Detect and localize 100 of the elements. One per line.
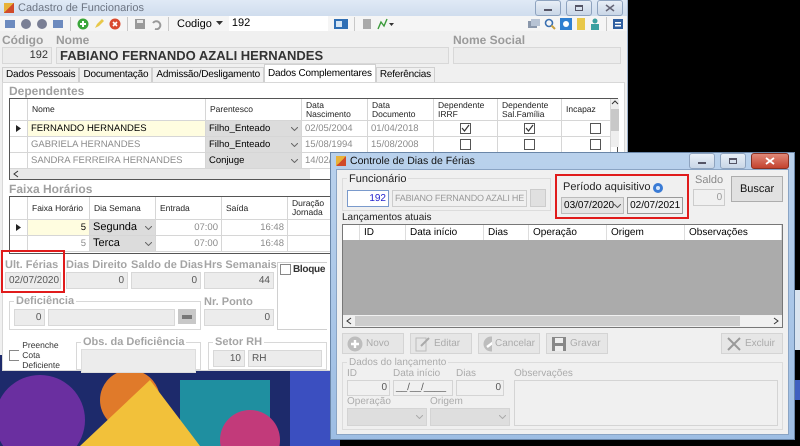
column-header[interactable]: Dependente Sal.Família — [498, 99, 562, 120]
column-header[interactable]: Operação — [529, 225, 607, 240]
search-icon[interactable] — [544, 18, 556, 30]
caret-icon — [216, 21, 223, 26]
last-record-icon[interactable] — [52, 18, 64, 30]
section-title: Lançamentos atuais — [342, 212, 433, 224]
help-icon[interactable] — [653, 182, 664, 192]
checkbox[interactable] — [590, 123, 601, 134]
employee-code-field[interactable]: 192 — [347, 190, 389, 206]
field-label: Nr. Ponto — [204, 295, 254, 309]
column-header[interactable]: Data início — [406, 225, 484, 240]
delete-icon[interactable] — [109, 18, 121, 30]
scrollbar[interactable] — [10, 169, 310, 179]
chart-icon[interactable] — [376, 18, 395, 30]
days-right-field[interactable]: 0 — [66, 272, 128, 289]
column-header[interactable]: Entrada — [156, 197, 222, 219]
relation-dropdown[interactable]: Filho_Enteado — [206, 137, 302, 152]
undo-icon[interactable] — [150, 18, 162, 30]
last-vacation-field[interactable]: 02/07/2020 — [5, 272, 61, 289]
tab[interactable]: Admissão/Desligamento — [152, 67, 264, 82]
disability-name-field[interactable] — [48, 309, 176, 326]
weekday-dropdown[interactable]: Segunda — [90, 220, 156, 235]
caret-icon — [291, 142, 298, 146]
close-button[interactable] — [597, 0, 623, 16]
sector-name-field[interactable]: RH — [248, 350, 322, 367]
group-title: Período aquisitivo — [563, 181, 650, 194]
add-icon[interactable] — [77, 18, 89, 30]
caret-icon — [416, 415, 423, 419]
tab[interactable]: Referências — [376, 67, 435, 82]
relation-dropdown[interactable]: Conjuge — [206, 153, 302, 168]
column-header[interactable]: ID — [360, 225, 406, 240]
checkbox[interactable] — [460, 139, 471, 150]
checkbox[interactable] — [9, 350, 20, 360]
column-header[interactable]: Dia Semana — [90, 197, 156, 219]
search-field-dropdown[interactable]: Codigo — [175, 18, 225, 30]
column-header[interactable]: Origem — [607, 225, 685, 240]
column-header[interactable]: Data Documento — [368, 99, 434, 120]
table-cell: 02/05/2004 — [302, 121, 368, 136]
weekday-dropdown[interactable]: Terca — [90, 236, 156, 251]
checkbox[interactable] — [280, 264, 291, 275]
caret-icon — [614, 204, 622, 208]
next-record-icon[interactable] — [36, 18, 48, 30]
section-title: Faixa Horários — [9, 183, 92, 196]
scroll-left-icon[interactable] — [346, 317, 352, 325]
column-header[interactable]: Nome — [28, 99, 206, 120]
field-label: Código — [2, 33, 44, 47]
scroll-left-icon[interactable] — [13, 170, 19, 178]
sector-code-field[interactable]: 10 — [213, 350, 245, 367]
id-field[interactable]: 0 — [347, 380, 390, 396]
scroll-right-icon[interactable] — [773, 317, 779, 325]
previous-record-icon[interactable] — [20, 18, 32, 30]
column-header[interactable]: Observações — [685, 225, 782, 240]
checkbox[interactable] — [460, 123, 471, 134]
start-date-field[interactable]: __/__/____ — [393, 380, 453, 396]
checkbox[interactable] — [524, 139, 535, 150]
maximize-button[interactable] — [720, 153, 746, 169]
notes-field[interactable] — [514, 380, 778, 426]
notes-field[interactable] — [81, 349, 196, 373]
scrollbar[interactable] — [611, 99, 619, 147]
name-field[interactable]: FABIANO FERNANDO AZALI HERNANDES — [56, 47, 449, 64]
column-header[interactable]: Parentesco — [206, 99, 302, 120]
weekly-hours-field[interactable]: 44 — [204, 272, 274, 289]
column-header[interactable]: Data Nascimento — [302, 99, 368, 120]
social-name-field[interactable] — [453, 47, 621, 64]
person-icon[interactable] — [590, 18, 600, 30]
maximize-button[interactable] — [566, 0, 592, 16]
tab[interactable]: Dados Pessoais — [2, 67, 80, 82]
first-record-icon[interactable] — [4, 18, 16, 30]
column-header[interactable]: Saída — [222, 197, 288, 219]
minimize-button[interactable] — [689, 153, 715, 169]
minimize-button[interactable] — [535, 0, 561, 16]
days-balance-field[interactable]: 0 — [131, 272, 201, 289]
relation-dropdown[interactable]: Filho_Enteado — [206, 121, 302, 136]
field-label: Origem — [430, 396, 464, 408]
list-icon[interactable] — [613, 18, 623, 30]
column-header[interactable]: Dias — [484, 225, 529, 240]
end-date-field[interactable]: 02/07/2021 — [627, 197, 684, 214]
search-button[interactable]: Buscar — [731, 176, 783, 202]
column-header[interactable]: Dependente IRRF — [434, 99, 498, 120]
code-field[interactable]: 192 — [2, 47, 52, 64]
checkbox[interactable] — [590, 139, 601, 150]
field-label: Saldo de Dias — [131, 258, 201, 272]
edit-icon — [415, 336, 431, 352]
save-icon[interactable] — [134, 18, 146, 30]
close-button[interactable] — [751, 153, 789, 169]
punch-number-field[interactable]: 0 — [204, 309, 274, 326]
checkbox[interactable] — [524, 123, 535, 134]
field-label: Hrs Semanais — [204, 258, 274, 272]
scrollbar[interactable] — [343, 315, 782, 327]
scroll-up-icon[interactable] — [611, 99, 619, 105]
start-date-dropdown[interactable]: 03/07/2020 — [561, 197, 624, 214]
search-field[interactable]: 192 — [228, 16, 328, 31]
search-window-icon[interactable] — [334, 18, 348, 30]
days-field[interactable]: 0 — [456, 380, 504, 396]
column-header[interactable]: Faixa Horário — [28, 197, 90, 219]
disability-code-field[interactable]: 0 — [14, 309, 46, 326]
lookup-button[interactable] — [178, 309, 196, 324]
tab[interactable]: Documentação — [79, 67, 152, 82]
windows-icon[interactable] — [528, 18, 540, 30]
tab[interactable]: Dados Complementares — [264, 64, 376, 82]
